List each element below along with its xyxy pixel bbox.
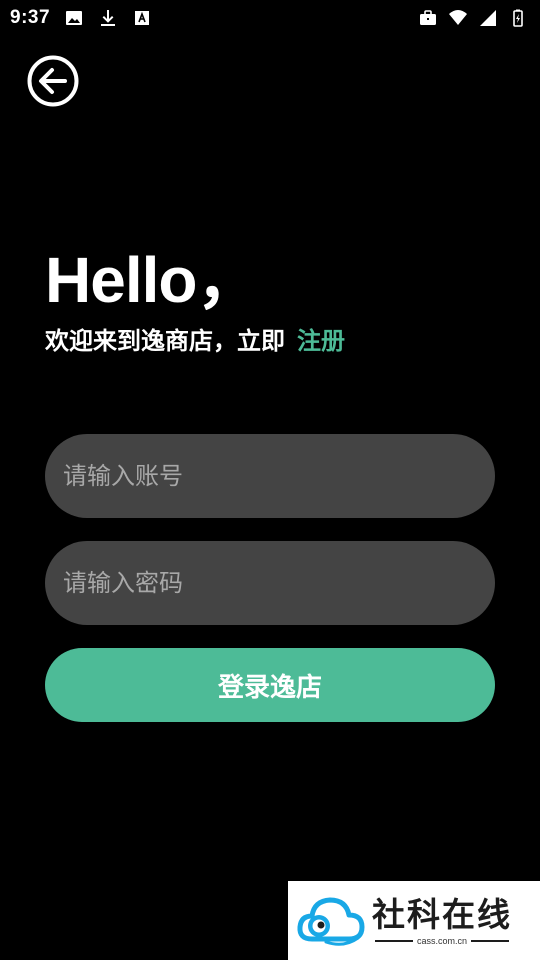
divider <box>374 939 413 942</box>
download-icon <box>98 8 118 28</box>
status-bar: 9:37 <box>0 0 540 36</box>
account-field[interactable] <box>45 434 495 518</box>
status-right <box>418 8 528 28</box>
battery-icon <box>508 8 528 28</box>
arrow-left-circle-icon <box>27 55 79 107</box>
account-input[interactable] <box>63 434 477 518</box>
watermark: 社科在线 cass.com.cn <box>288 881 540 960</box>
login-button[interactable]: 登录逸店 <box>45 648 495 722</box>
greeting-title: Hello， <box>45 244 260 316</box>
wifi-icon <box>448 8 468 28</box>
status-time: 9:37 <box>10 7 51 28</box>
greeting-subtitle-row: 欢迎来到逸商店，立即 注册 <box>45 324 345 358</box>
register-link[interactable]: 注册 <box>297 327 345 355</box>
back-button[interactable] <box>26 54 80 108</box>
password-field[interactable] <box>45 541 495 625</box>
briefcase-icon <box>418 8 438 28</box>
login-screen: 9:37 Hello， 欢迎来到逸商店，立即 注册 请输入账号 登录逸店 社科在… <box>0 0 540 960</box>
watermark-subtitle: cass.com.cn <box>416 935 467 946</box>
divider <box>471 939 509 942</box>
cloud-logo-icon <box>297 897 365 946</box>
greeting-subtitle: 欢迎来到逸商店，立即 <box>45 327 285 355</box>
status-left: 9:37 <box>10 7 152 29</box>
signal-icon <box>478 8 498 28</box>
watermark-text: 社科在线 cass.com.cn <box>372 894 512 946</box>
password-input[interactable] <box>63 541 477 625</box>
watermark-title: 社科在线 <box>372 894 512 934</box>
font-icon <box>132 8 152 28</box>
watermark-subtitle-row: cass.com.cn <box>374 935 509 946</box>
image-icon <box>64 8 84 28</box>
